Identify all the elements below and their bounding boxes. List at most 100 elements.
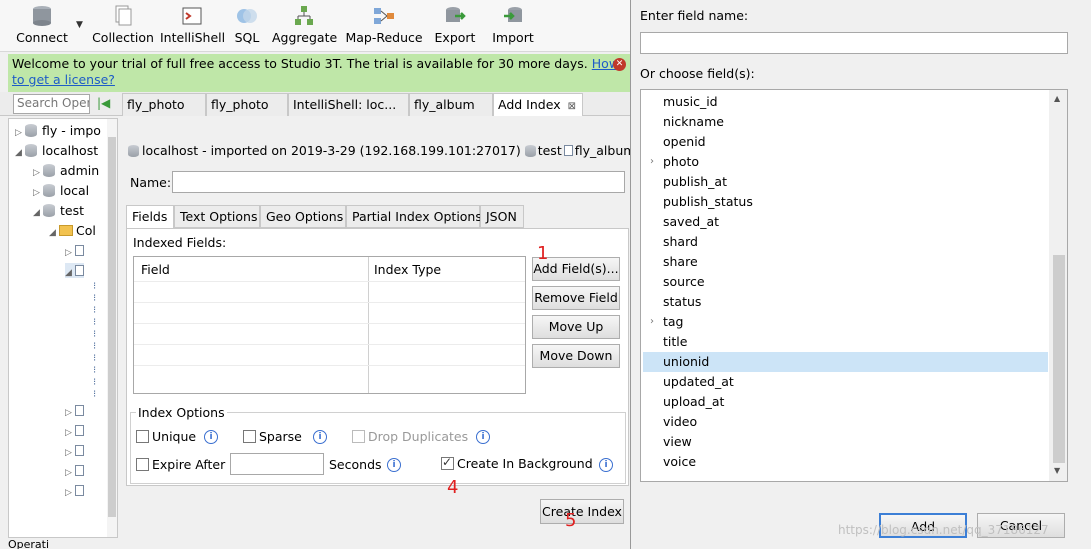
tab-fly-photo-1[interactable]: fly_photo	[122, 93, 206, 116]
field-list-item[interactable]: unionid	[643, 352, 1048, 372]
field-list-item[interactable]: share	[643, 252, 1048, 272]
tab-json[interactable]: JSON	[480, 205, 524, 228]
connect-button[interactable]: Connect	[16, 2, 68, 50]
field-list-item[interactable]: nickname	[643, 112, 1048, 132]
field-name-input[interactable]	[640, 32, 1068, 54]
info-icon[interactable]: i	[204, 430, 218, 444]
tree-item-collection[interactable]: ◢	[65, 263, 84, 278]
expand-arrow-icon[interactable]: ›	[650, 312, 654, 332]
expand-arrow-icon[interactable]: ▷	[65, 408, 75, 418]
tab-close-icon[interactable]: ⊠	[568, 101, 576, 112]
field-list-item[interactable]: updated_at	[643, 372, 1048, 392]
shell-icon	[182, 7, 202, 25]
intellishell-button[interactable]: IntelliShell	[160, 2, 225, 50]
collapse-arrow-icon[interactable]: ◢	[33, 208, 43, 218]
expand-arrow-icon[interactable]: ▷	[65, 448, 75, 458]
field-list-item[interactable]: openid	[643, 132, 1048, 152]
aggregate-button[interactable]: Aggregate	[272, 2, 337, 50]
tab-partial-index-options[interactable]: Partial Index Options	[346, 205, 482, 228]
expand-arrow-icon[interactable]: ▷	[65, 468, 75, 478]
field-list-item[interactable]: publish_at	[643, 172, 1048, 192]
field-list-item[interactable]: › tag	[643, 312, 1048, 332]
move-up-button[interactable]: Move Up	[532, 315, 620, 339]
close-icon[interactable]: ✕	[613, 58, 626, 71]
info-icon[interactable]: i	[387, 458, 401, 472]
expand-arrow-icon[interactable]: ▷	[65, 428, 75, 438]
scroll-up-icon[interactable]: ▲	[1054, 94, 1060, 103]
tree-item-local[interactable]: ▷ local	[33, 183, 89, 198]
scroll-down-icon[interactable]: ▼	[1054, 466, 1060, 475]
field-list-item[interactable]: view	[643, 432, 1048, 452]
collection-button[interactable]: Collection	[92, 2, 154, 50]
tree-item-collection[interactable]: ▷	[65, 443, 84, 458]
field-list-item[interactable]: shard	[643, 232, 1048, 252]
indexed-fields-table[interactable]: Field Index Type	[133, 256, 526, 394]
field-list[interactable]: music_id nickname openid › photo publish_at pu…	[640, 89, 1068, 482]
search-open-input[interactable]: Search Open	[13, 94, 90, 114]
tab-text-options[interactable]: Text Options	[174, 205, 260, 228]
expand-arrow-icon[interactable]: ▷	[65, 488, 75, 498]
map-reduce-button[interactable]: Map-Reduce	[344, 2, 424, 50]
index-options-title: Index Options	[136, 405, 227, 420]
export-button[interactable]: Export	[432, 2, 478, 50]
tree-item-collection[interactable]: ▷	[65, 243, 84, 258]
field-list-item[interactable]: saved_at	[643, 212, 1048, 232]
tree-item-collection[interactable]: ▷	[65, 483, 84, 498]
expire-seconds-input[interactable]	[230, 453, 324, 475]
tab-fly-album[interactable]: fly_album	[409, 93, 493, 116]
info-icon[interactable]: i	[599, 458, 613, 472]
tree-item-localhost[interactable]: ◢ localhost	[15, 143, 98, 158]
remove-field-button[interactable]: Remove Field	[532, 286, 620, 310]
sparse-checkbox[interactable]	[243, 430, 256, 443]
field-list-item[interactable]: upload_at	[643, 392, 1048, 412]
expand-arrow-icon[interactable]: ›	[650, 152, 654, 172]
move-down-button[interactable]: Move Down	[532, 344, 620, 368]
tab-intellishell[interactable]: IntelliShell: loc...	[288, 93, 409, 116]
tree-scroll-thumb[interactable]	[108, 137, 116, 517]
expire-after-checkbox[interactable]	[136, 458, 149, 471]
info-icon[interactable]: i	[313, 430, 327, 444]
expand-arrow-icon[interactable]: ▷	[33, 188, 43, 198]
create-in-background-checkbox[interactable]	[441, 455, 454, 470]
tree-item-collection[interactable]: ▷	[65, 403, 84, 418]
connect-dropdown-icon[interactable]: ▼	[76, 20, 83, 30]
field-list-item[interactable]: music_id	[643, 92, 1048, 112]
banner-text: Welcome to your trial of full free acces…	[12, 56, 588, 71]
field-list-item[interactable]: title	[643, 332, 1048, 352]
expand-arrow-icon[interactable]: ▷	[33, 168, 43, 178]
tab-fly-photo-2[interactable]: fly_photo	[206, 93, 288, 116]
sql-button[interactable]: SQL	[230, 2, 264, 50]
collapse-arrow-icon[interactable]: ◢	[49, 228, 59, 238]
tab-fields[interactable]: Fields	[126, 205, 174, 228]
tree-item-test[interactable]: ◢ test	[33, 203, 84, 218]
tab-geo-options[interactable]: Geo Options	[260, 205, 346, 228]
tree-item-collection[interactable]: ▷	[65, 423, 84, 438]
field-list-scroll-thumb[interactable]	[1053, 255, 1065, 463]
expand-arrow-icon[interactable]: ▷	[65, 248, 75, 258]
create-index-button[interactable]: Create Index	[540, 499, 624, 524]
info-icon[interactable]: i	[476, 430, 490, 444]
drop-duplicates-checkbox[interactable]	[352, 430, 365, 443]
field-list-item-label: source	[663, 274, 705, 289]
back-arrow-icon[interactable]: |◀	[97, 96, 115, 112]
field-list-item[interactable]: source	[643, 272, 1048, 292]
tree-item-collections[interactable]: ◢ Col	[49, 223, 96, 238]
tree-scrollbar[interactable]	[107, 119, 117, 537]
field-list-item[interactable]: status	[643, 292, 1048, 312]
unique-checkbox[interactable]	[136, 430, 149, 443]
field-list-item[interactable]: video	[643, 412, 1048, 432]
index-name-input[interactable]	[172, 171, 625, 193]
field-list-item[interactable]: › photo	[643, 152, 1048, 172]
field-list-item[interactable]: voice	[643, 452, 1048, 472]
expand-arrow-icon[interactable]: ▷	[15, 128, 25, 138]
tree-item-fly[interactable]: ▷ fly - impo	[15, 123, 101, 138]
tree-item-admin[interactable]: ▷ admin	[33, 163, 99, 178]
database-icon	[524, 145, 536, 157]
tab-add-index[interactable]: Add Index ⊠	[493, 93, 583, 116]
collapse-arrow-icon[interactable]: ◢	[65, 268, 75, 278]
import-button[interactable]: Import	[490, 2, 536, 50]
field-list-scrollbar[interactable]: ▲ ▼	[1049, 90, 1067, 481]
field-list-item[interactable]: publish_status	[643, 192, 1048, 212]
collapse-arrow-icon[interactable]: ◢	[15, 148, 25, 158]
tree-item-collection[interactable]: ▷	[65, 463, 84, 478]
